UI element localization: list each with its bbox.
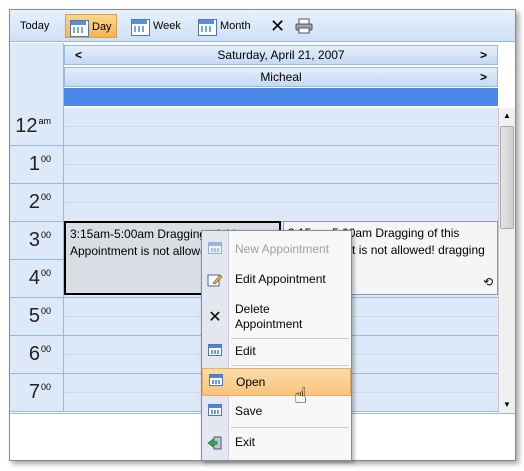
hour-number: 3 bbox=[28, 229, 40, 251]
hour-suffix: 00 bbox=[40, 192, 51, 202]
menu-item-new-appointment[interactable]: New Appointment bbox=[202, 241, 351, 259]
menu-item-label: Delete Appointment bbox=[235, 302, 303, 331]
today-label: Today bbox=[20, 20, 50, 32]
exit-icon bbox=[207, 435, 223, 451]
prev-day-button[interactable]: < bbox=[75, 46, 82, 64]
half-hour-line bbox=[64, 202, 498, 203]
hour-number: 7 bbox=[28, 381, 40, 403]
all-day-row[interactable] bbox=[64, 88, 498, 106]
hour-suffix: am bbox=[38, 116, 51, 126]
hour-label: 300 bbox=[10, 222, 64, 260]
menu-item-label: Save bbox=[235, 404, 263, 418]
hour-number: 4 bbox=[28, 267, 40, 289]
header-gutter bbox=[10, 43, 64, 108]
hour-suffix: 00 bbox=[40, 382, 51, 392]
half-hour-line bbox=[64, 126, 498, 127]
printer-icon bbox=[295, 18, 313, 34]
vertical-scrollbar[interactable]: ▲ ▼ bbox=[498, 108, 515, 413]
day-label: Day bbox=[92, 21, 112, 33]
calendar-icon bbox=[208, 374, 224, 390]
calendar-week-icon bbox=[131, 18, 150, 36]
hour-label: 500 bbox=[10, 298, 64, 336]
calendar-icon bbox=[207, 344, 223, 360]
toolbar: Today Day Week Month ✕ bbox=[10, 10, 515, 42]
hour-number: 12 bbox=[15, 115, 38, 137]
scroll-up-arrow[interactable]: ▲ bbox=[499, 108, 515, 124]
time-slot[interactable] bbox=[64, 108, 498, 146]
day-view-button[interactable]: Day bbox=[65, 14, 117, 38]
today-button[interactable]: Today bbox=[16, 14, 53, 38]
calendar-month-icon bbox=[198, 18, 217, 36]
hour-number: 5 bbox=[28, 305, 40, 327]
next-resource-button[interactable]: > bbox=[480, 68, 487, 86]
hour-label: 12am bbox=[10, 108, 64, 146]
menu-item-exit[interactable]: Exit bbox=[202, 434, 351, 452]
next-day-button[interactable]: > bbox=[480, 46, 487, 64]
hour-number: 1 bbox=[28, 153, 40, 175]
date-label: Saturday, April 21, 2007 bbox=[217, 48, 345, 62]
menu-separator bbox=[231, 338, 349, 339]
week-view-button[interactable]: Week bbox=[127, 14, 185, 38]
menu-item-label: Open bbox=[236, 375, 266, 389]
half-hour-line bbox=[64, 164, 498, 165]
menu-item-label: Exit bbox=[235, 435, 256, 449]
menu-item-label: Edit bbox=[235, 344, 256, 358]
hour-label: 700 bbox=[10, 374, 64, 412]
hour-suffix: 00 bbox=[40, 344, 51, 354]
hour-label: 400 bbox=[10, 260, 64, 298]
week-label: Week bbox=[153, 20, 181, 32]
hour-number: 6 bbox=[28, 343, 40, 365]
hour-suffix: 00 bbox=[40, 154, 51, 164]
hour-number: 2 bbox=[28, 191, 40, 213]
date-navigation: < Saturday, April 21, 2007 > bbox=[64, 45, 498, 65]
menu-item-delete-appointment[interactable]: ✕ Delete Appointment bbox=[202, 301, 351, 335]
time-slot[interactable] bbox=[64, 146, 498, 184]
menu-separator bbox=[231, 365, 349, 366]
resource-label: Micheal bbox=[260, 70, 302, 84]
hour-suffix: 00 bbox=[40, 268, 51, 278]
recurrence-icon: ⟲ bbox=[482, 275, 493, 289]
edit-icon bbox=[207, 272, 223, 288]
calendar-icon bbox=[207, 404, 223, 420]
hour-label: 600 bbox=[10, 336, 64, 374]
hour-suffix: 00 bbox=[40, 306, 51, 316]
menu-separator bbox=[231, 427, 349, 428]
scroll-thumb[interactable] bbox=[500, 126, 514, 229]
calendar-icon bbox=[207, 242, 223, 258]
resource-navigation: Micheal > bbox=[64, 67, 498, 87]
menu-item-save[interactable]: Save bbox=[202, 403, 351, 421]
menu-item-edit-appointment[interactable]: Edit Appointment bbox=[202, 271, 351, 289]
month-view-button[interactable]: Month bbox=[194, 14, 255, 38]
scroll-down-arrow[interactable]: ▼ bbox=[499, 397, 515, 413]
delete-button[interactable]: ✕ bbox=[266, 14, 289, 38]
time-slot[interactable] bbox=[64, 184, 498, 222]
hour-suffix: 00 bbox=[40, 230, 51, 240]
hand-cursor-icon: ☝ bbox=[294, 383, 308, 408]
delete-icon: ✕ bbox=[208, 309, 222, 326]
month-label: Month bbox=[220, 20, 251, 32]
print-button[interactable] bbox=[291, 14, 317, 38]
menu-item-label: Edit Appointment bbox=[235, 272, 326, 286]
hour-label: 200 bbox=[10, 184, 64, 222]
menu-item-edit[interactable]: Edit bbox=[202, 343, 351, 361]
hour-label: 100 bbox=[10, 146, 64, 184]
calendar-day-icon bbox=[70, 19, 89, 37]
context-menu: New Appointment Edit Appointment ✕ Delet… bbox=[201, 230, 352, 461]
menu-item-open[interactable]: Open bbox=[202, 368, 351, 396]
menu-item-label: New Appointment bbox=[235, 242, 330, 256]
close-icon: ✕ bbox=[270, 16, 286, 36]
